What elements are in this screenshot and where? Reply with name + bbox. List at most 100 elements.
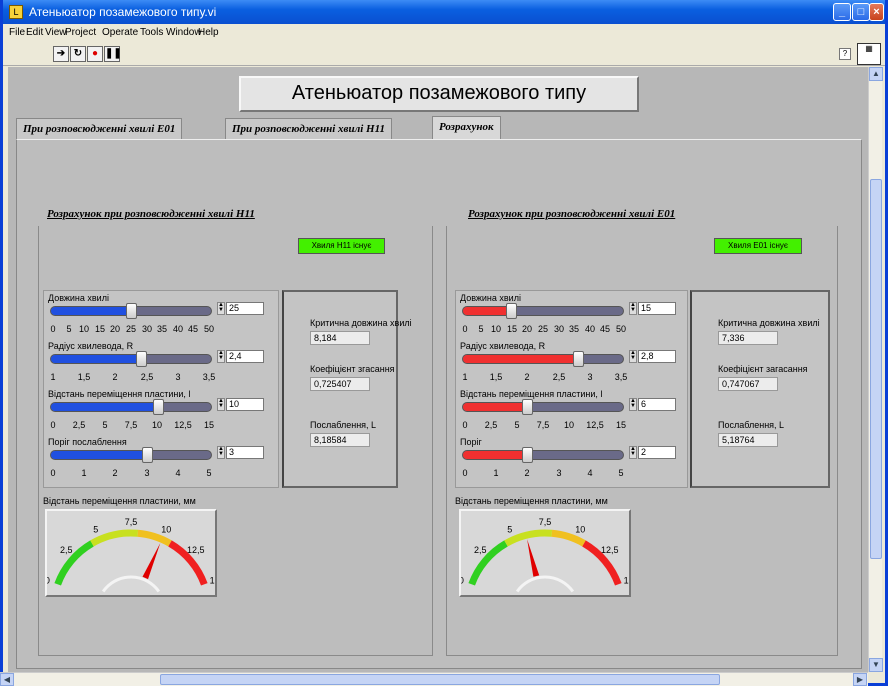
scale-tick-label: 10 xyxy=(78,324,90,334)
spin-arrows-icon[interactable]: ▲ ▼ xyxy=(217,446,225,459)
meter-tick-label: 5 xyxy=(93,524,98,534)
section-title-e01: Розрахунок при розповсюдженні хвилі Е01 xyxy=(468,208,676,220)
scroll-down-icon[interactable]: ▼ xyxy=(869,658,883,672)
meter-tick-label: 5 xyxy=(507,524,512,534)
scale-tick-label: 7,5 xyxy=(124,420,138,430)
slider-fill xyxy=(463,451,527,459)
slider-thumb[interactable] xyxy=(573,351,584,367)
numeric-control[interactable]: ▲ ▼ 3 xyxy=(217,446,267,459)
scale-tick-label: 4 xyxy=(175,468,181,478)
numeric-value[interactable]: 2 xyxy=(638,446,676,459)
scroll-up-icon[interactable]: ▲ xyxy=(869,67,883,81)
numeric-control[interactable]: ▲ ▼ 10 xyxy=(217,398,267,411)
scale-tick-label: 3 xyxy=(175,372,181,382)
numeric-control[interactable]: ▲ ▼ 25 xyxy=(217,302,267,315)
slider-thumb[interactable] xyxy=(153,399,164,415)
spin-arrows-icon[interactable]: ▲ ▼ xyxy=(217,398,225,411)
scale-tick-label: 0 xyxy=(462,324,468,334)
meter-tick-label: 7,5 xyxy=(125,517,138,527)
vertical-scrollbar[interactable]: ▲ ▼ xyxy=(868,67,883,672)
menu-window[interactable]: Window xyxy=(166,27,202,38)
meter-tick-label: 12,5 xyxy=(601,545,619,555)
pause-icon[interactable]: ❚❚ xyxy=(104,46,122,62)
numeric-value[interactable]: 2,4 xyxy=(226,350,264,363)
menu-file[interactable]: File xyxy=(9,27,25,38)
h11-results-group: Критична довжина хвилі 8,184 Коефіцієнт зг… xyxy=(282,290,412,488)
slider-thumb[interactable] xyxy=(522,447,533,463)
slider-thumb[interactable] xyxy=(506,303,517,319)
scroll-left-icon[interactable]: ◀ xyxy=(0,673,14,686)
meter-tick-label: 2,5 xyxy=(60,545,73,555)
result-value: 8,18584 xyxy=(310,433,370,447)
slider-track[interactable] xyxy=(462,447,624,463)
scale-tick-label: 0 xyxy=(462,468,468,478)
run-continuously-icon[interactable]: ↻ xyxy=(70,46,86,62)
slider-thumb[interactable] xyxy=(522,399,533,415)
numeric-control[interactable]: ▲ ▼ 15 xyxy=(629,302,679,315)
horizontal-scroll-thumb[interactable] xyxy=(160,674,720,685)
slider-track[interactable] xyxy=(462,351,624,367)
scale-tick-label: 3,5 xyxy=(614,372,628,382)
abort-icon[interactable]: ● xyxy=(87,46,103,62)
spin-arrows-icon[interactable]: ▲ ▼ xyxy=(217,302,225,315)
scroll-right-icon[interactable]: ▶ xyxy=(853,673,867,686)
horizontal-scrollbar[interactable]: ◀ ▶ xyxy=(0,672,868,686)
slider-thumb[interactable] xyxy=(126,303,137,319)
help-button[interactable]: ? xyxy=(839,48,851,60)
spin-arrows-icon[interactable]: ▲ ▼ xyxy=(629,350,637,363)
spin-arrows-icon[interactable]: ▲ ▼ xyxy=(629,398,637,411)
meter-gauge: 0 2,5 5 7,5 10 12,5 15 xyxy=(459,517,634,593)
menu-operate[interactable]: Operate xyxy=(102,27,138,38)
scale-tick-label: 1,5 xyxy=(489,372,503,382)
spin-arrows-icon[interactable]: ▲ ▼ xyxy=(629,302,637,315)
numeric-value[interactable]: 15 xyxy=(638,302,676,315)
meter-needle xyxy=(527,539,540,577)
h11-exists-indicator[interactable]: Хвиля Н11 існує xyxy=(298,238,385,254)
meter-color-band xyxy=(137,529,172,547)
slider-track[interactable] xyxy=(50,303,212,319)
spin-arrows-icon[interactable]: ▲ ▼ xyxy=(629,446,637,459)
numeric-value[interactable]: 25 xyxy=(226,302,264,315)
scale-tick-label: 40 xyxy=(172,324,184,334)
numeric-control[interactable]: ▲ ▼ 6 xyxy=(629,398,679,411)
menu-project[interactable]: Project xyxy=(65,27,96,38)
slider-label: Довжина хвилі xyxy=(460,293,521,303)
slider-track[interactable] xyxy=(50,447,212,463)
slider-fill xyxy=(51,451,147,459)
numeric-value[interactable]: 2,8 xyxy=(638,350,676,363)
meter-color-band xyxy=(504,529,553,547)
slider-track[interactable] xyxy=(462,303,624,319)
numeric-control[interactable]: ▲ ▼ 2,4 xyxy=(217,350,267,363)
meter-color-band xyxy=(551,529,586,547)
numeric-value[interactable]: 6 xyxy=(638,398,676,411)
result-value: 0,747067 xyxy=(718,377,778,391)
scale-tick-label: 30 xyxy=(141,324,153,334)
tab-calculation[interactable]: Розрахунок xyxy=(432,116,501,140)
maximize-button[interactable]: □ xyxy=(852,3,870,21)
e01-plate-distance-meter: 0 2,5 5 7,5 10 12,5 15 xyxy=(459,509,634,597)
slider-scale: 0 5 10 15 20 25 30 35 40 45 50 xyxy=(50,320,214,334)
slider-track[interactable] xyxy=(50,399,212,415)
slider-track[interactable] xyxy=(462,399,624,415)
tab-h11[interactable]: При розповсюдженні хвилі Н11 xyxy=(225,118,392,140)
minimize-button[interactable]: _ xyxy=(833,3,851,21)
menu-view[interactable]: View xyxy=(45,27,67,38)
e01-results-group: Критична довжина хвилі 7,336 Коефіцієнт за… xyxy=(690,290,830,488)
numeric-value[interactable]: 10 xyxy=(226,398,264,411)
menu-tools[interactable]: Tools xyxy=(140,27,163,38)
menu-edit[interactable]: Edit xyxy=(26,27,43,38)
numeric-control[interactable]: ▲ ▼ 2,8 xyxy=(629,350,679,363)
spin-arrows-icon[interactable]: ▲ ▼ xyxy=(217,350,225,363)
slider-track[interactable] xyxy=(50,351,212,367)
menu-help[interactable]: Help xyxy=(198,27,219,38)
tab-e01[interactable]: При розповсюдженні хвилі Е01 xyxy=(16,118,183,140)
close-button[interactable]: × xyxy=(869,3,884,21)
slider-thumb[interactable] xyxy=(142,447,153,463)
vertical-scroll-thumb[interactable] xyxy=(870,179,882,559)
slider-label: Радіус хвилевода, R xyxy=(48,341,134,351)
numeric-value[interactable]: 3 xyxy=(226,446,264,459)
numeric-control[interactable]: ▲ ▼ 2 xyxy=(629,446,679,459)
run-arrow-icon[interactable]: ➔ xyxy=(53,46,69,62)
slider-thumb[interactable] xyxy=(136,351,147,367)
e01-exists-indicator[interactable]: Хвиля Е01 існує xyxy=(714,238,802,254)
